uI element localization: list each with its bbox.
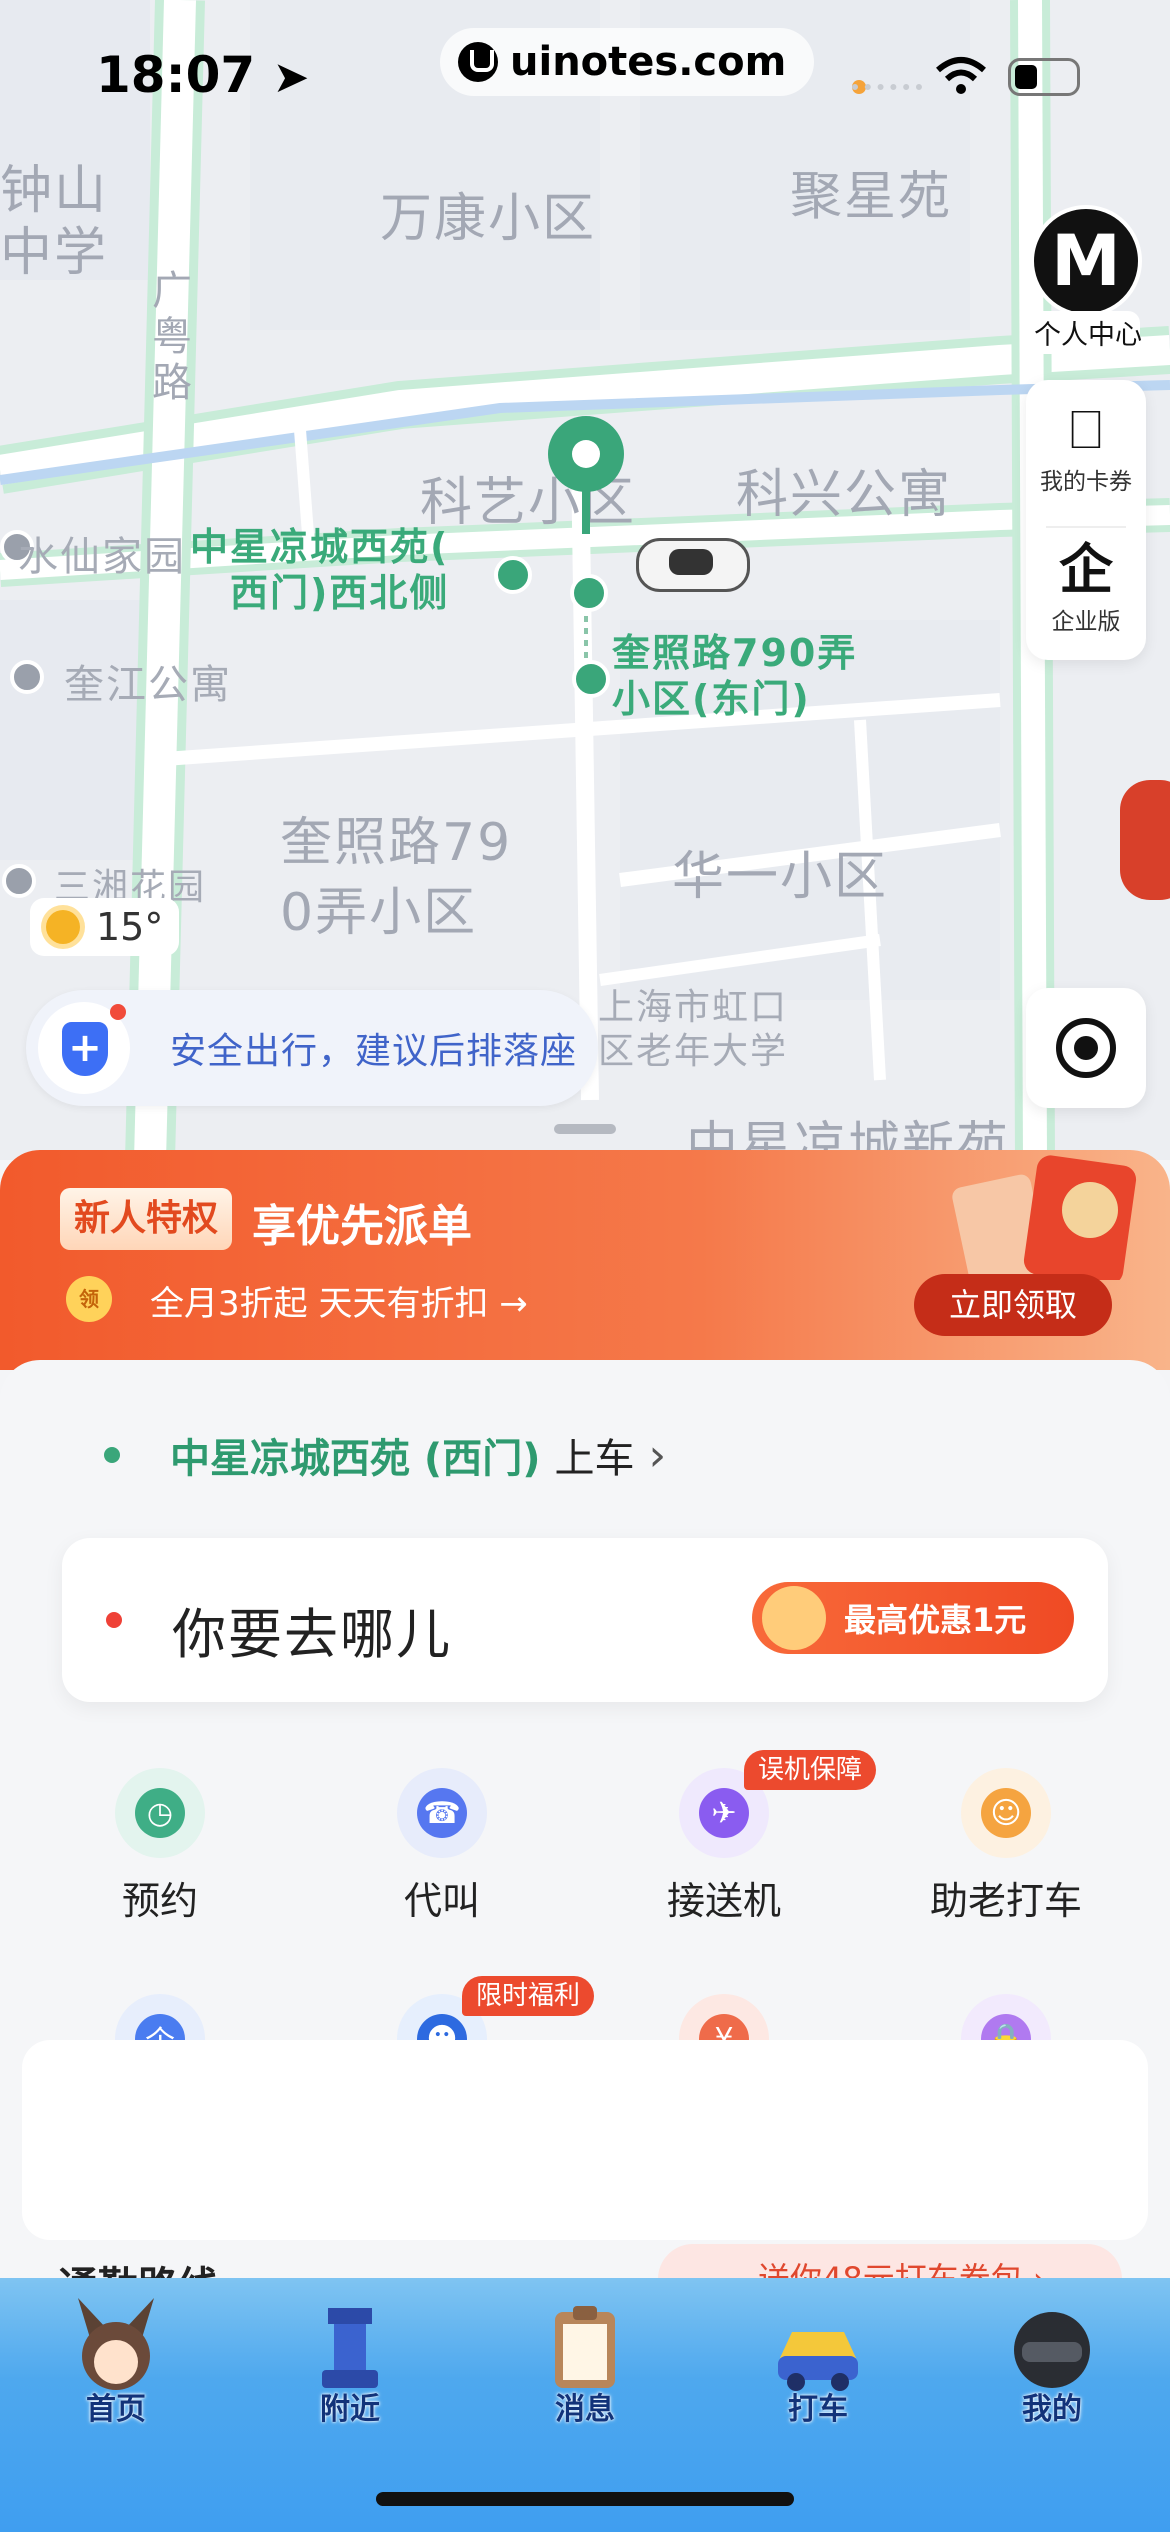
map-view[interactable]: 钟山 中学 万康小区 聚星苑 科艺小区 科兴公寓 广 粤 路 水仙家园 奎江公寓…	[0, 0, 1170, 1160]
promo-badge: 新人特权	[60, 1188, 233, 1250]
chess-rook-icon	[302, 2298, 398, 2394]
service-label: 预约	[121, 1879, 198, 1923]
map-label-kuijiang: 奎江公寓	[64, 662, 232, 708]
promo-title: 享优先派单	[252, 1201, 472, 1252]
home-indicator	[376, 2492, 794, 2506]
sun-icon	[46, 910, 80, 944]
tab-taxi[interactable]: 打车	[728, 2298, 908, 2428]
pickup-dot-icon	[104, 1447, 120, 1463]
phone-car-icon: ☎	[397, 1768, 487, 1858]
map-label-laonian: 上海市虹口 区老年大学	[598, 987, 789, 1072]
service-item[interactable]: ✈ 接送机 误机保障	[584, 1750, 877, 1925]
poi-pin-icon	[2, 864, 36, 898]
sheet-drag-handle[interactable]	[554, 1124, 616, 1134]
coupon-icon	[762, 1586, 826, 1650]
tab-nearby[interactable]: 附近	[260, 2298, 440, 2428]
battery-icon	[1008, 58, 1080, 96]
map-label-wankang: 万康小区	[380, 189, 597, 249]
enterprise-icon: 企	[1059, 538, 1113, 601]
claim-now-button[interactable]: 立即领取	[914, 1274, 1112, 1336]
map-label-kuizhao: 奎照路79 0弄小区	[280, 813, 513, 943]
pickup-point-east-label[interactable]: 奎照路790弄 小区(东门)	[612, 630, 857, 722]
map-label-zhongshan: 钟山 中学	[0, 161, 109, 283]
map-label-juxing: 聚星苑	[790, 167, 953, 227]
pickup-point-west-label[interactable]: 中星凉城西苑( 西门)西北侧	[190, 524, 449, 616]
clipboard-icon	[537, 2298, 633, 2394]
coin-icon: 领	[66, 1276, 112, 1322]
avatar-m-icon: M	[1030, 205, 1142, 317]
map-label-shuixian: 水仙家园	[18, 534, 186, 580]
destination-dot-icon	[106, 1612, 122, 1628]
safety-tip-banner[interactable]: + 安全出行，建议后排落座	[26, 990, 598, 1106]
activity-float-icon[interactable]	[1120, 780, 1170, 900]
url-pill: uinotes.com	[440, 28, 815, 96]
discount-badge[interactable]: 最高优惠1元	[752, 1582, 1074, 1654]
pickup-point-east-dot[interactable]	[572, 660, 610, 698]
signal-icon	[852, 84, 922, 96]
location-pin-icon	[548, 416, 624, 492]
taxi-icon	[770, 2298, 866, 2394]
service-label: 助老打车	[929, 1879, 1082, 1923]
pickup-location-row[interactable]: 中星凉城西苑 (西门) 上车 ›	[104, 1426, 666, 1484]
service-item[interactable]: ☎ 代叫	[302, 1768, 582, 1925]
destination-input[interactable]: 你要去哪儿	[172, 1590, 452, 1669]
map-label-kexing: 科兴公寓	[736, 465, 953, 525]
status-time: 18:07 ➤	[96, 46, 310, 104]
shield-icon: +	[38, 1002, 130, 1094]
wifi-icon	[934, 56, 988, 96]
new-user-promo-banner[interactable]: 新人特权 享优先派单 领 全月3折起 天天有折扣 → 立即领取	[0, 1150, 1170, 1370]
my-coupons-button[interactable]: ⎕ 我的卡券	[1026, 398, 1146, 496]
tab-mine[interactable]: 我的	[962, 2298, 1142, 2428]
ticket-icon: ⎕	[1069, 398, 1103, 461]
service-tag-badge: 误机保障	[744, 1750, 877, 1790]
service-tag-badge: 限时福利	[462, 1976, 595, 2016]
service-label: 代叫	[403, 1879, 480, 1923]
clock-icon: ◷	[115, 1768, 205, 1858]
locate-me-button[interactable]	[1026, 988, 1146, 1108]
pickup-point-center-dot[interactable]	[570, 574, 608, 612]
service-label: 接送机	[666, 1879, 781, 1923]
gift-envelope-icon	[952, 1155, 1137, 1280]
bunny-girl-avatar-icon	[68, 2298, 164, 2394]
map-label-guangyue: 广 粤 路	[152, 268, 194, 406]
location-arrow-icon: ➤	[272, 52, 310, 103]
service-item[interactable]: ◷ 预约	[20, 1768, 300, 1925]
site-logo-icon	[458, 42, 498, 82]
chevron-right-icon: ›	[648, 1429, 667, 1481]
notification-dot	[110, 1004, 126, 1020]
enterprise-button[interactable]: 企 企业版	[1026, 538, 1146, 636]
poi-pin-icon	[10, 660, 44, 694]
promo-subtitle: 全月3折起 天天有折扣 →	[150, 1284, 528, 1324]
side-action-card: ⎕ 我的卡券 企 企业版	[1026, 380, 1146, 660]
helmet-avatar-icon	[1004, 2298, 1100, 2394]
commute-card	[22, 2040, 1148, 2240]
tab-home[interactable]: 首页	[26, 2298, 206, 2428]
car-icon	[636, 538, 750, 592]
elder-icon: ☺	[961, 1768, 1051, 1858]
weather-chip: 15°	[30, 898, 180, 956]
service-item[interactable]: ☺ 助老打车	[866, 1768, 1146, 1925]
pickup-point-west-dot[interactable]	[494, 556, 532, 594]
profile-center-button[interactable]: M 个人中心	[1030, 205, 1142, 354]
tab-messages[interactable]: 消息	[495, 2298, 675, 2428]
destination-input-card[interactable]: 你要去哪儿 最高优惠1元	[62, 1538, 1108, 1702]
map-label-huayi: 华一小区	[672, 847, 889, 907]
